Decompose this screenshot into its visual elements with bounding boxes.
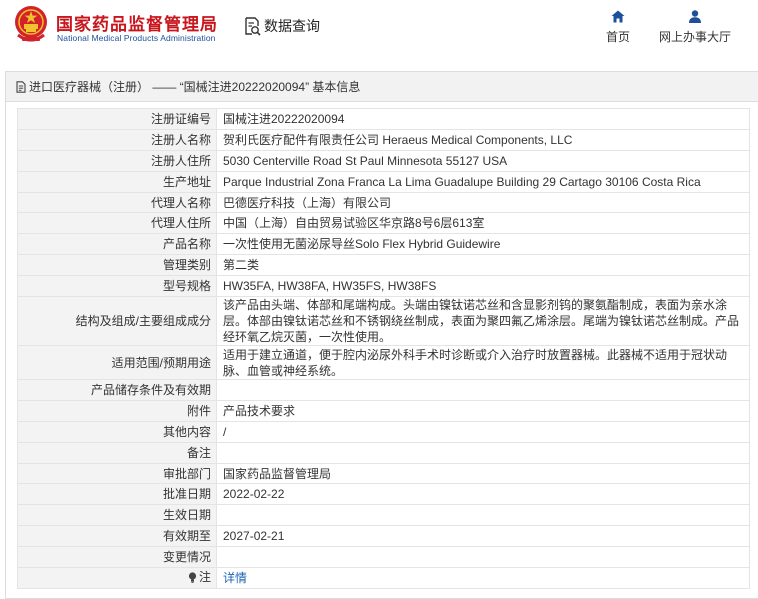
field-label: 结构及组成/主要组成成分 <box>17 296 217 347</box>
field-label: 其他内容 <box>17 420 217 443</box>
table-row: 产品储存条件及有效期 <box>17 379 750 401</box>
data-query-label: 数据查询 <box>264 18 320 34</box>
table-row: 生效日期 <box>17 504 750 527</box>
field-value: Parque Industrial Zona Franca La Lima Gu… <box>216 170 750 193</box>
table-row: 附件 产品技术要求 <box>17 399 750 422</box>
table-row: 审批部门 国家药品监督管理局 <box>17 462 750 485</box>
field-label: 产品储存条件及有效期 <box>17 379 217 401</box>
field-value <box>216 546 750 569</box>
field-label: 生产地址 <box>17 170 217 193</box>
table-row: 代理人住所 中国（上海）自由贸易试验区华京路8号6层613室 <box>17 212 750 235</box>
field-label: 注册证编号 <box>17 108 217 130</box>
field-value: / <box>216 420 750 443</box>
table-row: 注册人名称 贺利氏医疗配件有限责任公司 Heraeus Medical Comp… <box>17 128 750 151</box>
table-row: 批准日期 2022-02-22 <box>17 483 750 506</box>
national-emblem-icon[interactable] <box>14 5 48 43</box>
field-value <box>216 441 750 464</box>
field-label: 生效日期 <box>17 504 217 527</box>
field-label: 型号规格 <box>17 275 217 298</box>
field-label: 注册人名称 <box>17 128 217 151</box>
field-value: 该产品由头端、体部和尾端构成。头端由镍钛诺芯丝和含显影剂钨的聚氨酯制成，表面为亲… <box>216 296 750 347</box>
field-label: 备注 <box>17 441 217 464</box>
field-label: 代理人住所 <box>17 212 217 235</box>
field-value: 国家药品监督管理局 <box>216 462 750 485</box>
field-value: 巴德医疗科技（上海）有限公司 <box>216 191 750 214</box>
field-value <box>216 379 750 401</box>
table-row: 有效期至 2027-02-21 <box>17 525 750 548</box>
field-label: 产品名称 <box>17 233 217 256</box>
field-label: 管理类别 <box>17 254 217 277</box>
field-label: 注册人住所 <box>17 149 217 172</box>
field-value: 产品技术要求 <box>216 399 750 422</box>
registration-info-table: 注册证编号 国械注进20222020094 注册人名称 贺利氏医疗配件有限责任公… <box>17 108 750 589</box>
note-label-cell: 注 <box>17 567 217 589</box>
note-label: 注 <box>188 569 211 585</box>
field-label: 适用范围/预期用途 <box>17 345 217 381</box>
field-value: 2027-02-21 <box>216 525 750 548</box>
table-row: 型号规格 HW35FA, HW38FA, HW35FS, HW38FS <box>17 275 750 298</box>
search-document-icon <box>245 16 261 36</box>
field-value: 一次性使用无菌泌尿导丝Solo Flex Hybrid Guidewire <box>216 233 750 256</box>
table-row: 其他内容 / <box>17 420 750 443</box>
nav-online-service-hall-label: 网上办事大厅 <box>659 30 732 44</box>
field-label: 附件 <box>17 399 217 422</box>
field-label: 变更情况 <box>17 546 217 569</box>
field-label: 审批部门 <box>17 462 217 485</box>
site-logo-subtitle[interactable]: National Medical Products Administration <box>57 33 216 43</box>
home-icon <box>611 10 625 23</box>
field-label: 代理人名称 <box>17 191 217 214</box>
site-logo-title[interactable]: 国家药品监督管理局 <box>56 10 218 35</box>
field-value: 5030 Centerville Road St Paul Minnesota … <box>216 149 750 172</box>
field-label: 有效期至 <box>17 525 217 548</box>
note-label-text: 注 <box>198 570 211 585</box>
note-value-cell: 详情 <box>216 567 750 589</box>
field-value: 贺利氏医疗配件有限责任公司 Heraeus Medical Components… <box>216 128 750 151</box>
table-row: 结构及组成/主要组成成分 该产品由头端、体部和尾端构成。头端由镍钛诺芯丝和含显影… <box>17 296 750 347</box>
table-row: 生产地址 Parque Industrial Zona Franca La Li… <box>17 170 750 193</box>
table-row: 产品名称 一次性使用无菌泌尿导丝Solo Flex Hybrid Guidewi… <box>17 233 750 256</box>
field-value: HW35FA, HW38FA, HW35FS, HW38FS <box>216 275 750 298</box>
registration-info-panel: 进口医疗器械（注册） —— “国械注进20222020094” 基本信息 注册证… <box>5 71 758 599</box>
field-label: 批准日期 <box>17 483 217 506</box>
table-row: 注册证编号 国械注进20222020094 <box>17 108 750 130</box>
panel-title-bar: 进口医疗器械（注册） —— “国械注进20222020094” 基本信息 <box>6 72 758 102</box>
field-value: 国械注进20222020094 <box>216 108 750 130</box>
table-row: 管理类别 第二类 <box>17 254 750 277</box>
table-row: 代理人名称 巴德医疗科技（上海）有限公司 <box>17 191 750 214</box>
site-header: 国家药品监督管理局 National Medical Products Admi… <box>0 0 758 58</box>
field-value: 第二类 <box>216 254 750 277</box>
document-icon <box>16 80 26 93</box>
table-row: 注册人住所 5030 Centerville Road St Paul Minn… <box>17 149 750 172</box>
field-value: 适用于建立通道，便于腔内泌尿外科手术时诊断或介入治疗时放置器械。此器械不适用于冠… <box>216 345 750 381</box>
table-row: 备注 <box>17 441 750 464</box>
nav-home-label: 首页 <box>606 30 631 44</box>
table-row-note: 注 详情 <box>17 567 750 589</box>
nav-online-service-hall[interactable]: 网上办事大厅 <box>659 10 731 45</box>
field-value: 2022-02-22 <box>216 483 750 506</box>
nav-home[interactable]: 首页 <box>606 10 630 45</box>
panel-title: 进口医疗器械（注册） —— “国械注进20222020094” 基本信息 <box>29 80 361 94</box>
table-row: 变更情况 <box>17 546 750 569</box>
table-row: 适用范围/预期用途 适用于建立通道，便于腔内泌尿外科手术时诊断或介入治疗时放置器… <box>17 345 750 381</box>
data-query-link[interactable]: 数据查询 <box>244 15 320 37</box>
details-link[interactable]: 详情 <box>223 571 247 585</box>
lightbulb-icon <box>188 572 197 583</box>
field-value: 中国（上海）自由贸易试验区华京路8号6层613室 <box>216 212 750 235</box>
user-icon <box>689 10 701 23</box>
field-value <box>216 504 750 527</box>
